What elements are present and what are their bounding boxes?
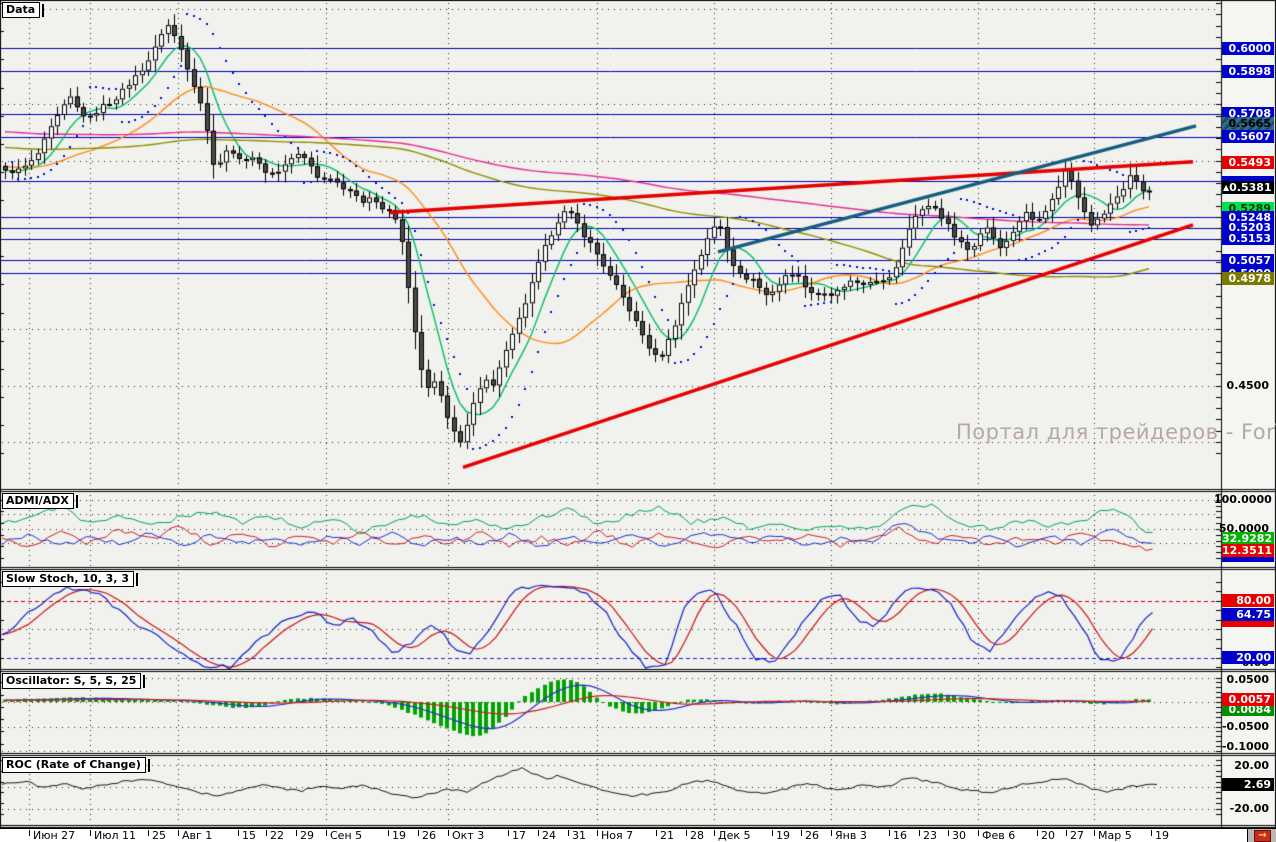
date-axis: → Июн 27 Июл 11 25 Авг 1 15 22 29 Сен 5 19 26 Окт … [0,828,1276,842]
date-tick-label: Сен 5 [330,829,362,842]
price-value-badge: ▲0.5381 [1222,181,1274,194]
date-tick-label: 23 [923,829,937,842]
date-tick-mark [568,830,569,836]
scroll-right-button[interactable]: → [1254,830,1271,842]
date-tick-label: Ноя 7 [601,829,633,842]
price-scale-label: 0.4500 [1214,379,1272,392]
date-tick-label: Окт 3 [452,829,484,842]
date-tick-label: Мар 5 [1098,829,1132,842]
oscillator-scale-label: 0.0500 [1214,673,1272,686]
date-tick-mark [714,830,715,836]
pane-title-adx[interactable]: ADMI/ADX [2,493,74,509]
stoch-value-badge: 64.75 [1222,608,1274,621]
date-tick-mark [418,830,419,836]
date-tick-label: 17 [512,829,526,842]
price-value-badge: 0.5607 [1222,130,1274,143]
pane-title-oscillator[interactable]: Oscillator: S, 5, S, 25 [2,673,141,689]
date-tick-mark [656,830,657,836]
roc-scale-label: 20.00 [1214,759,1272,772]
stoch-value-badge: 20.00 [1222,651,1274,664]
date-tick-mark [801,830,802,836]
date-tick-label: 28 [690,829,704,842]
date-tick-label: 26 [422,829,436,842]
date-tick-mark [1066,830,1067,836]
date-tick-mark [772,830,773,836]
stoch-value-badge: 80.00 [1222,594,1274,607]
date-tick-mark [29,830,30,836]
price-value-badge: 0.5665 [1222,117,1274,130]
date-tick-mark [948,830,949,836]
date-tick-label: 27 [1070,829,1084,842]
date-tick-mark [326,830,327,836]
adx-scale-label: 100.0000 [1214,493,1272,506]
date-tick-label: Дек 5 [718,829,751,842]
pane-title-roc[interactable]: ROC (Rate of Change) [2,757,146,773]
right-arrow-icon: → [1258,830,1266,841]
date-tick-mark [889,830,890,836]
price-value-badge: 0.5153 [1222,232,1274,245]
date-tick-mark [978,830,979,836]
date-tick-mark [90,830,91,836]
date-tick-mark [1151,830,1152,836]
date-tick-mark [296,830,297,836]
watermark: Портал для трейдеров - ForTrader.ru [956,420,1276,444]
date-tick-label: Июн 27 [33,829,75,842]
date-tick-label: Авг 1 [182,829,212,842]
oscillator-value-badge: 0.0057 [1222,693,1274,706]
date-tick-label: 20 [1041,829,1055,842]
pane-title-stoch[interactable]: Slow Stoch, 10, 3, 3 [2,571,134,587]
date-tick-label: 24 [542,829,556,842]
roc-scale-label: -20.00 [1214,802,1272,815]
date-tick-label: Июл 11 [94,829,136,842]
oscillator-scale-label: -0.1000 [1214,740,1272,753]
last-price-arrow-icon: ▲ [1222,181,1229,194]
date-tick-mark [266,830,267,836]
trading-terminal-window: Data ADMI/ADX Slow Stoch, 10, 3, 3 Oscil… [0,0,1276,842]
date-tick-mark [597,830,598,836]
price-value-badge: 0.5898 [1222,65,1274,78]
date-tick-mark [1037,830,1038,836]
price-value-badge: 0.6000 [1222,42,1274,55]
date-tick-label: 30 [952,829,966,842]
roc-value-badge: 2.69 [1222,778,1274,791]
date-tick-mark [538,830,539,836]
oscillator-scale-label: -0.0500 [1214,720,1272,733]
date-tick-mark [1094,830,1095,836]
date-tick-label: 26 [805,829,819,842]
date-tick-label: 31 [572,829,586,842]
date-tick-mark [448,830,449,836]
date-tick-label: 21 [660,829,674,842]
date-tick-label: Янв 3 [835,829,867,842]
date-tick-label: 19 [776,829,790,842]
date-tick-mark [148,830,149,836]
price-value-badge: 0.5493 [1222,156,1274,169]
date-tick-mark [388,830,389,836]
date-tick-mark [831,830,832,836]
date-tick-mark [508,830,509,836]
date-tick-mark [919,830,920,836]
date-tick-label: 22 [270,829,284,842]
pane-title-data[interactable]: Data [2,2,40,18]
date-tick-mark [238,830,239,836]
date-tick-label: 29 [300,829,314,842]
date-tick-label: Фев 6 [982,829,1015,842]
date-tick-label: 16 [893,829,907,842]
date-tick-label: 25 [152,829,166,842]
adx-value-badge: 12.3511 [1222,544,1274,557]
date-tick-mark [686,830,687,836]
price-value-badge: 0.5057 [1222,254,1274,267]
date-tick-label: 19 [1155,829,1169,842]
date-tick-label: 15 [242,829,256,842]
price-value-badge: 0.4978 [1222,272,1274,285]
date-tick-label: 19 [392,829,406,842]
date-tick-mark [178,830,179,836]
